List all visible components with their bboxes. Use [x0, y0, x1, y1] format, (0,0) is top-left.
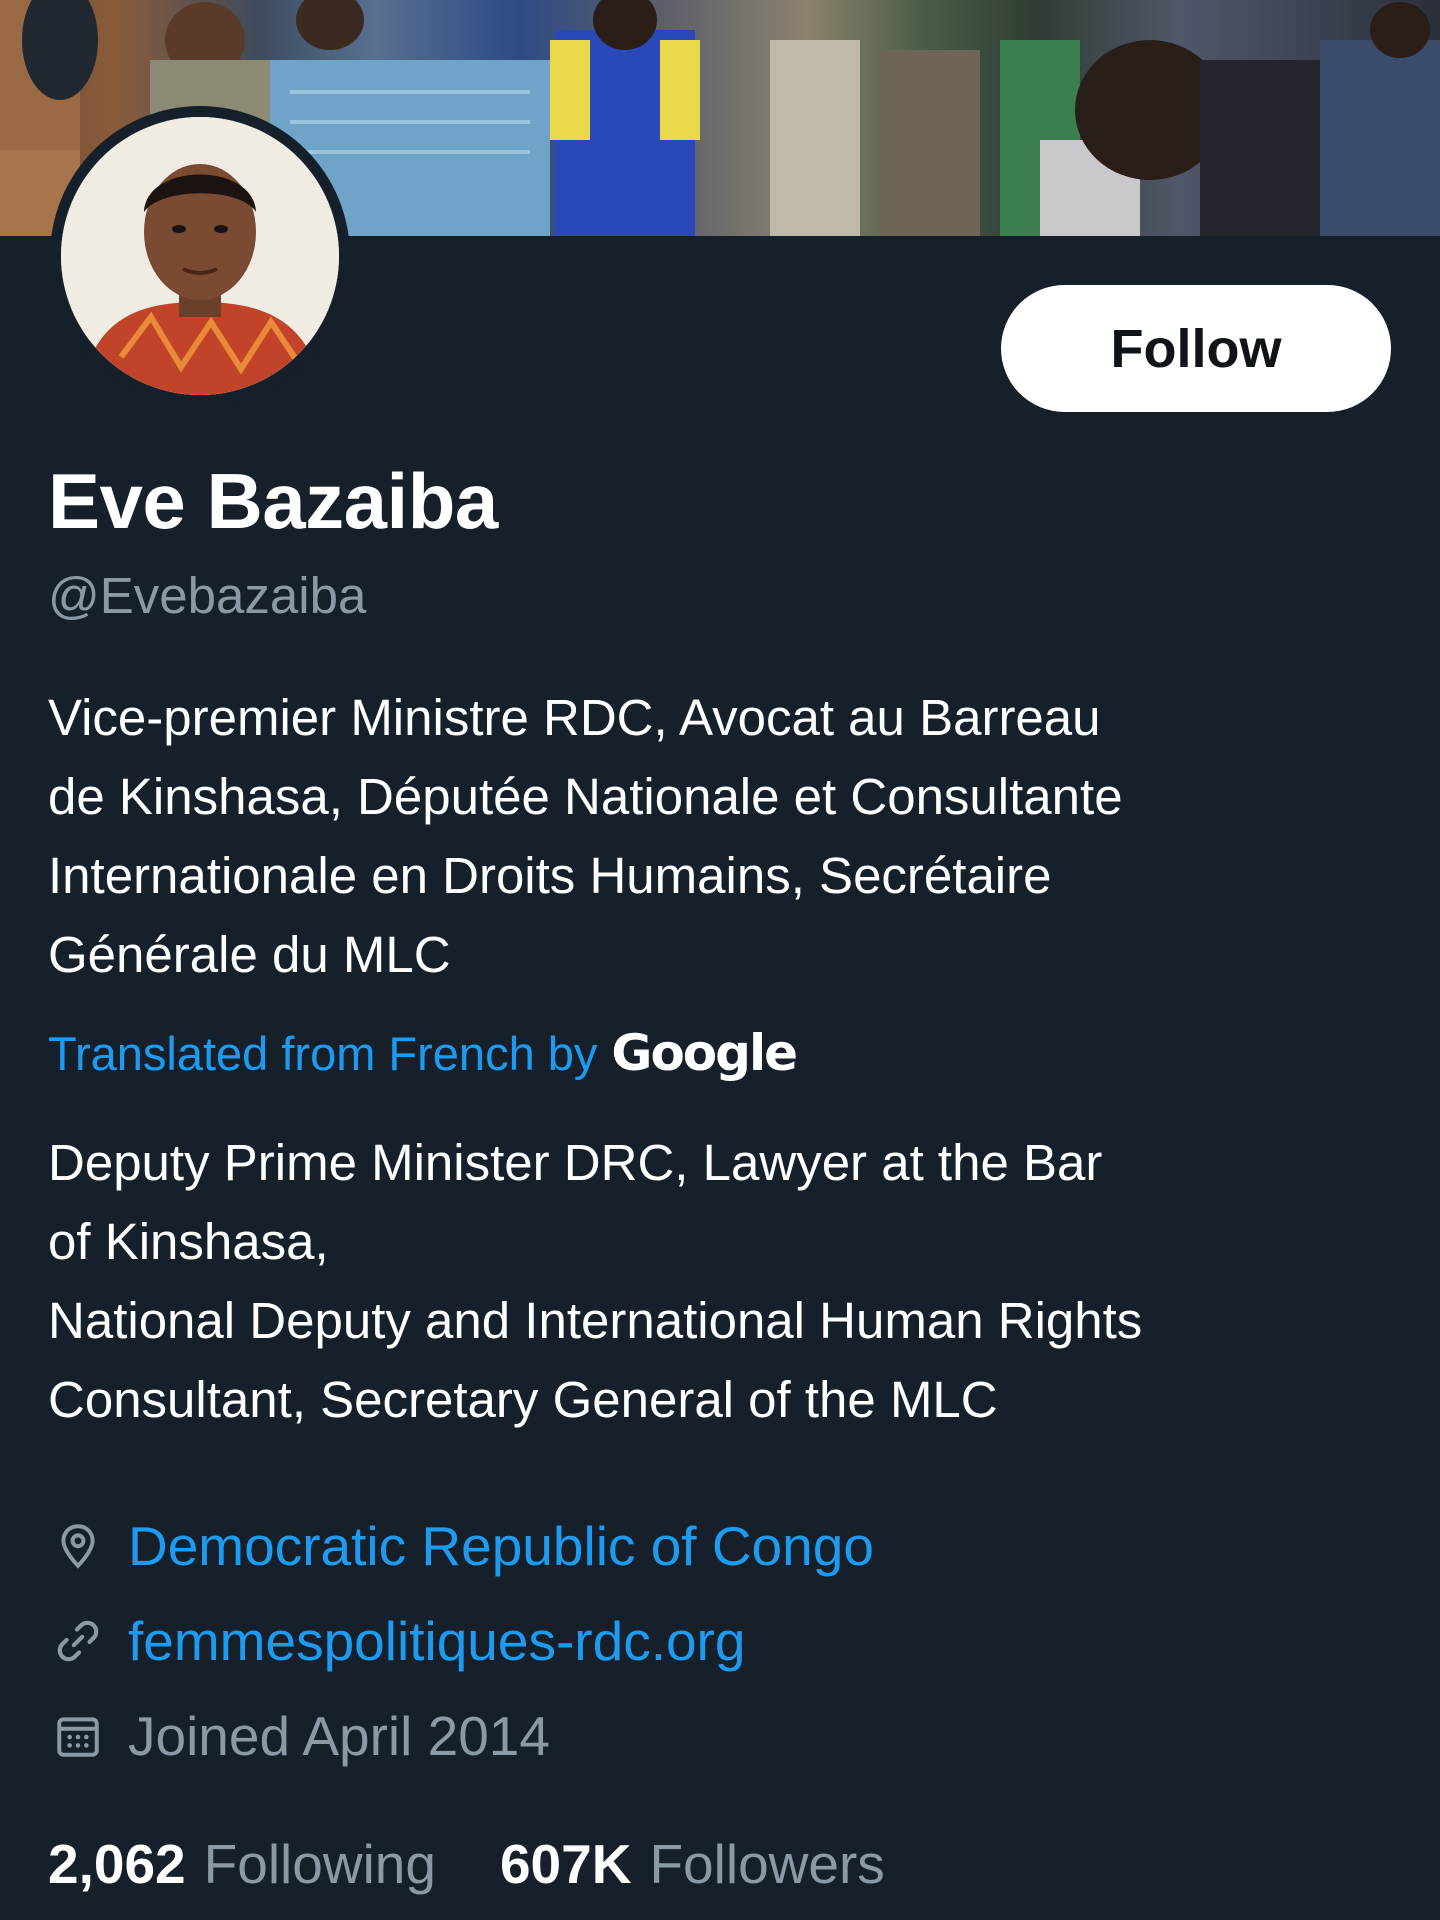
following-stat[interactable]: 2,062 Following	[48, 1832, 436, 1896]
calendar-icon	[48, 1706, 108, 1766]
avatar[interactable]	[61, 117, 339, 395]
follow-button[interactable]: Follow	[1001, 285, 1391, 412]
profile-website[interactable]: femmespolitiques-rdc.org	[48, 1609, 745, 1673]
link-icon	[48, 1611, 108, 1671]
profile-handle: @Evebazaiba	[48, 567, 367, 624]
profile-stats: 2,062 Following 607K Followers	[48, 1832, 949, 1896]
location-pin-icon	[48, 1516, 108, 1576]
profile-bio: Vice-premier Ministre RDC, Avocat au Bar…	[48, 689, 1123, 983]
translated-from-label: Translated from French by	[48, 1026, 598, 1080]
profile-location[interactable]: Democratic Republic of Congo	[48, 1514, 874, 1578]
profile-joined: Joined April 2014	[48, 1704, 550, 1768]
avatar-image	[61, 117, 339, 395]
location-link[interactable]: Democratic Republic of Congo	[128, 1514, 874, 1578]
followers-count: 607K	[499, 1833, 632, 1895]
following-label: Following	[203, 1833, 436, 1895]
profile-name: Eve Bazaiba	[48, 457, 498, 545]
followers-label: Followers	[649, 1833, 885, 1895]
followers-stat[interactable]: 607K Followers	[500, 1832, 885, 1896]
profile-bio-translated: Deputy Prime Minister DRC, Lawyer at the…	[48, 1134, 1143, 1428]
following-count: 2,062	[48, 1833, 186, 1895]
joined-date: Joined April 2014	[128, 1705, 550, 1767]
website-link[interactable]: femmespolitiques-rdc.org	[128, 1609, 745, 1673]
google-logo: Google	[611, 1024, 798, 1082]
translation-attribution[interactable]: Translated from French by Google	[48, 1024, 798, 1082]
